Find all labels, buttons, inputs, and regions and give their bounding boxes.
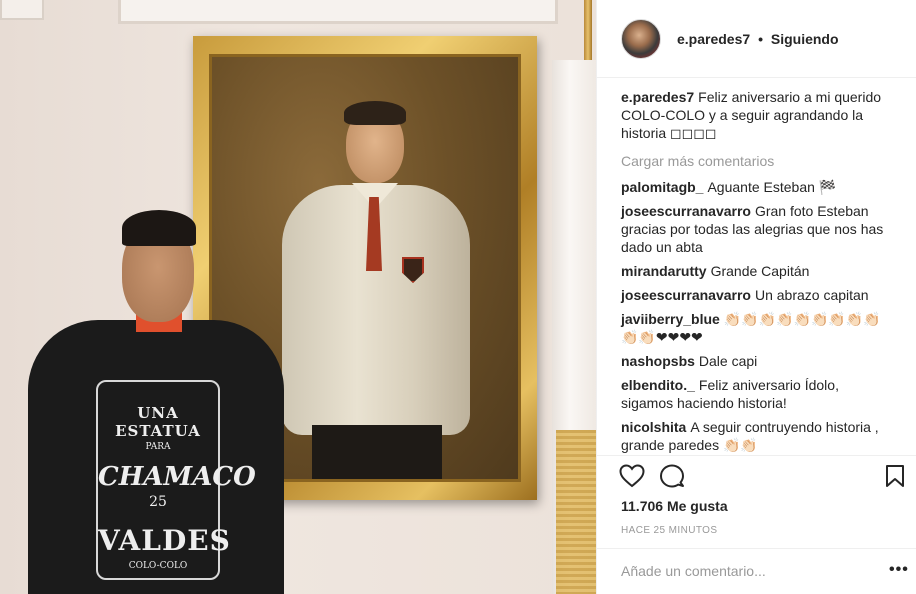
comment-list: e.paredes7 Feliz aniversario a mi querido… bbox=[621, 88, 893, 460]
comment-bubble-icon[interactable] bbox=[659, 464, 685, 493]
comment-item: nashopsbs Dale capi bbox=[621, 352, 893, 370]
shirt-print-line: CHAMACO bbox=[98, 462, 256, 492]
caption: e.paredes7 Feliz aniversario a mi querido… bbox=[621, 88, 893, 142]
add-comment-bar: ••• bbox=[597, 548, 916, 594]
comment-item: joseescurranavarro Un abrazo capitan bbox=[621, 286, 893, 304]
comment-item: joseescurranavarro Gran foto Esteban grac… bbox=[621, 202, 893, 256]
shirt-print-line: COLO-COLO bbox=[128, 561, 188, 571]
caption-username[interactable]: e.paredes7 bbox=[621, 89, 694, 105]
comment-username[interactable]: palomitagb_ bbox=[621, 179, 703, 195]
following-button[interactable]: Siguiendo bbox=[771, 31, 839, 47]
action-bar bbox=[597, 455, 916, 499]
person: UNA ESTATUA PARA CHAMACO 25 VALDES COLO-… bbox=[18, 210, 288, 594]
bookmark-icon[interactable] bbox=[885, 464, 905, 493]
comment-username[interactable]: javiiberry_blue bbox=[621, 311, 720, 327]
comment-username[interactable]: joseescurranavarro bbox=[621, 287, 751, 303]
comment-username[interactable]: nicolshita bbox=[621, 419, 686, 435]
window-frame bbox=[118, 0, 558, 24]
header-text: e.paredes7 • Siguiendo bbox=[677, 31, 839, 47]
likes-count[interactable]: 11.706 Me gusta bbox=[621, 498, 728, 514]
heart-icon[interactable] bbox=[619, 464, 645, 493]
post-header: e.paredes7 • Siguiendo bbox=[597, 0, 916, 78]
comment-item: nicolshita A seguir contruyendo historia … bbox=[621, 418, 893, 454]
separator-dot: • bbox=[758, 30, 763, 47]
flag-fringe bbox=[556, 430, 596, 594]
shirt-print: UNA ESTATUA PARA CHAMACO 25 VALDES COLO-… bbox=[96, 380, 256, 580]
shirt-print-line: 25 bbox=[149, 494, 167, 510]
window-frame bbox=[0, 0, 44, 20]
comment-item: palomitagb_ Aguante Esteban 🏁 bbox=[621, 178, 893, 196]
comment-username[interactable]: mirandarutty bbox=[621, 263, 707, 279]
username-link[interactable]: e.paredes7 bbox=[677, 31, 750, 47]
portrait-hair bbox=[344, 101, 406, 125]
comment-text: Grande Capitán bbox=[710, 263, 810, 279]
post-side-panel: e.paredes7 • Siguiendo e.paredes7 Feliz a… bbox=[596, 0, 916, 594]
comment-username[interactable]: nashopsbs bbox=[621, 353, 695, 369]
comment-text: Un abrazo capitan bbox=[754, 287, 869, 303]
person-hair bbox=[122, 210, 196, 246]
portrait-shorts bbox=[312, 425, 442, 479]
post-photo[interactable]: UNA ESTATUA PARA CHAMACO 25 VALDES COLO-… bbox=[0, 0, 596, 594]
load-more-comments-link[interactable]: Cargar más comentarios bbox=[621, 152, 893, 170]
comment-text: Aguante Esteban 🏁 bbox=[707, 179, 837, 195]
comment-item: mirandarutty Grande Capitán bbox=[621, 262, 893, 280]
post-timestamp[interactable]: HACE 25 MINUTOS bbox=[621, 525, 717, 536]
comment-username[interactable]: joseescurranavarro bbox=[621, 203, 751, 219]
more-options-icon[interactable]: ••• bbox=[889, 561, 909, 579]
comment-item: javiiberry_blue 👏🏻👏🏻👏🏻👏🏻👏🏻👏🏻👏🏻👏🏻👏🏻👏🏻👏🏻❤❤❤… bbox=[621, 310, 893, 346]
avatar[interactable] bbox=[621, 18, 661, 59]
comment-input[interactable] bbox=[621, 563, 861, 579]
shirt-print-line: VALDES bbox=[98, 524, 231, 557]
comment-text: Dale capi bbox=[698, 353, 758, 369]
shirt-print-line: UNA ESTATUA bbox=[115, 404, 201, 440]
comment-username[interactable]: elbendito._ bbox=[621, 377, 695, 393]
comment-item: elbendito._ Feliz aniversario Ídolo, siga… bbox=[621, 376, 893, 412]
shirt-print-line: PARA bbox=[145, 442, 171, 452]
